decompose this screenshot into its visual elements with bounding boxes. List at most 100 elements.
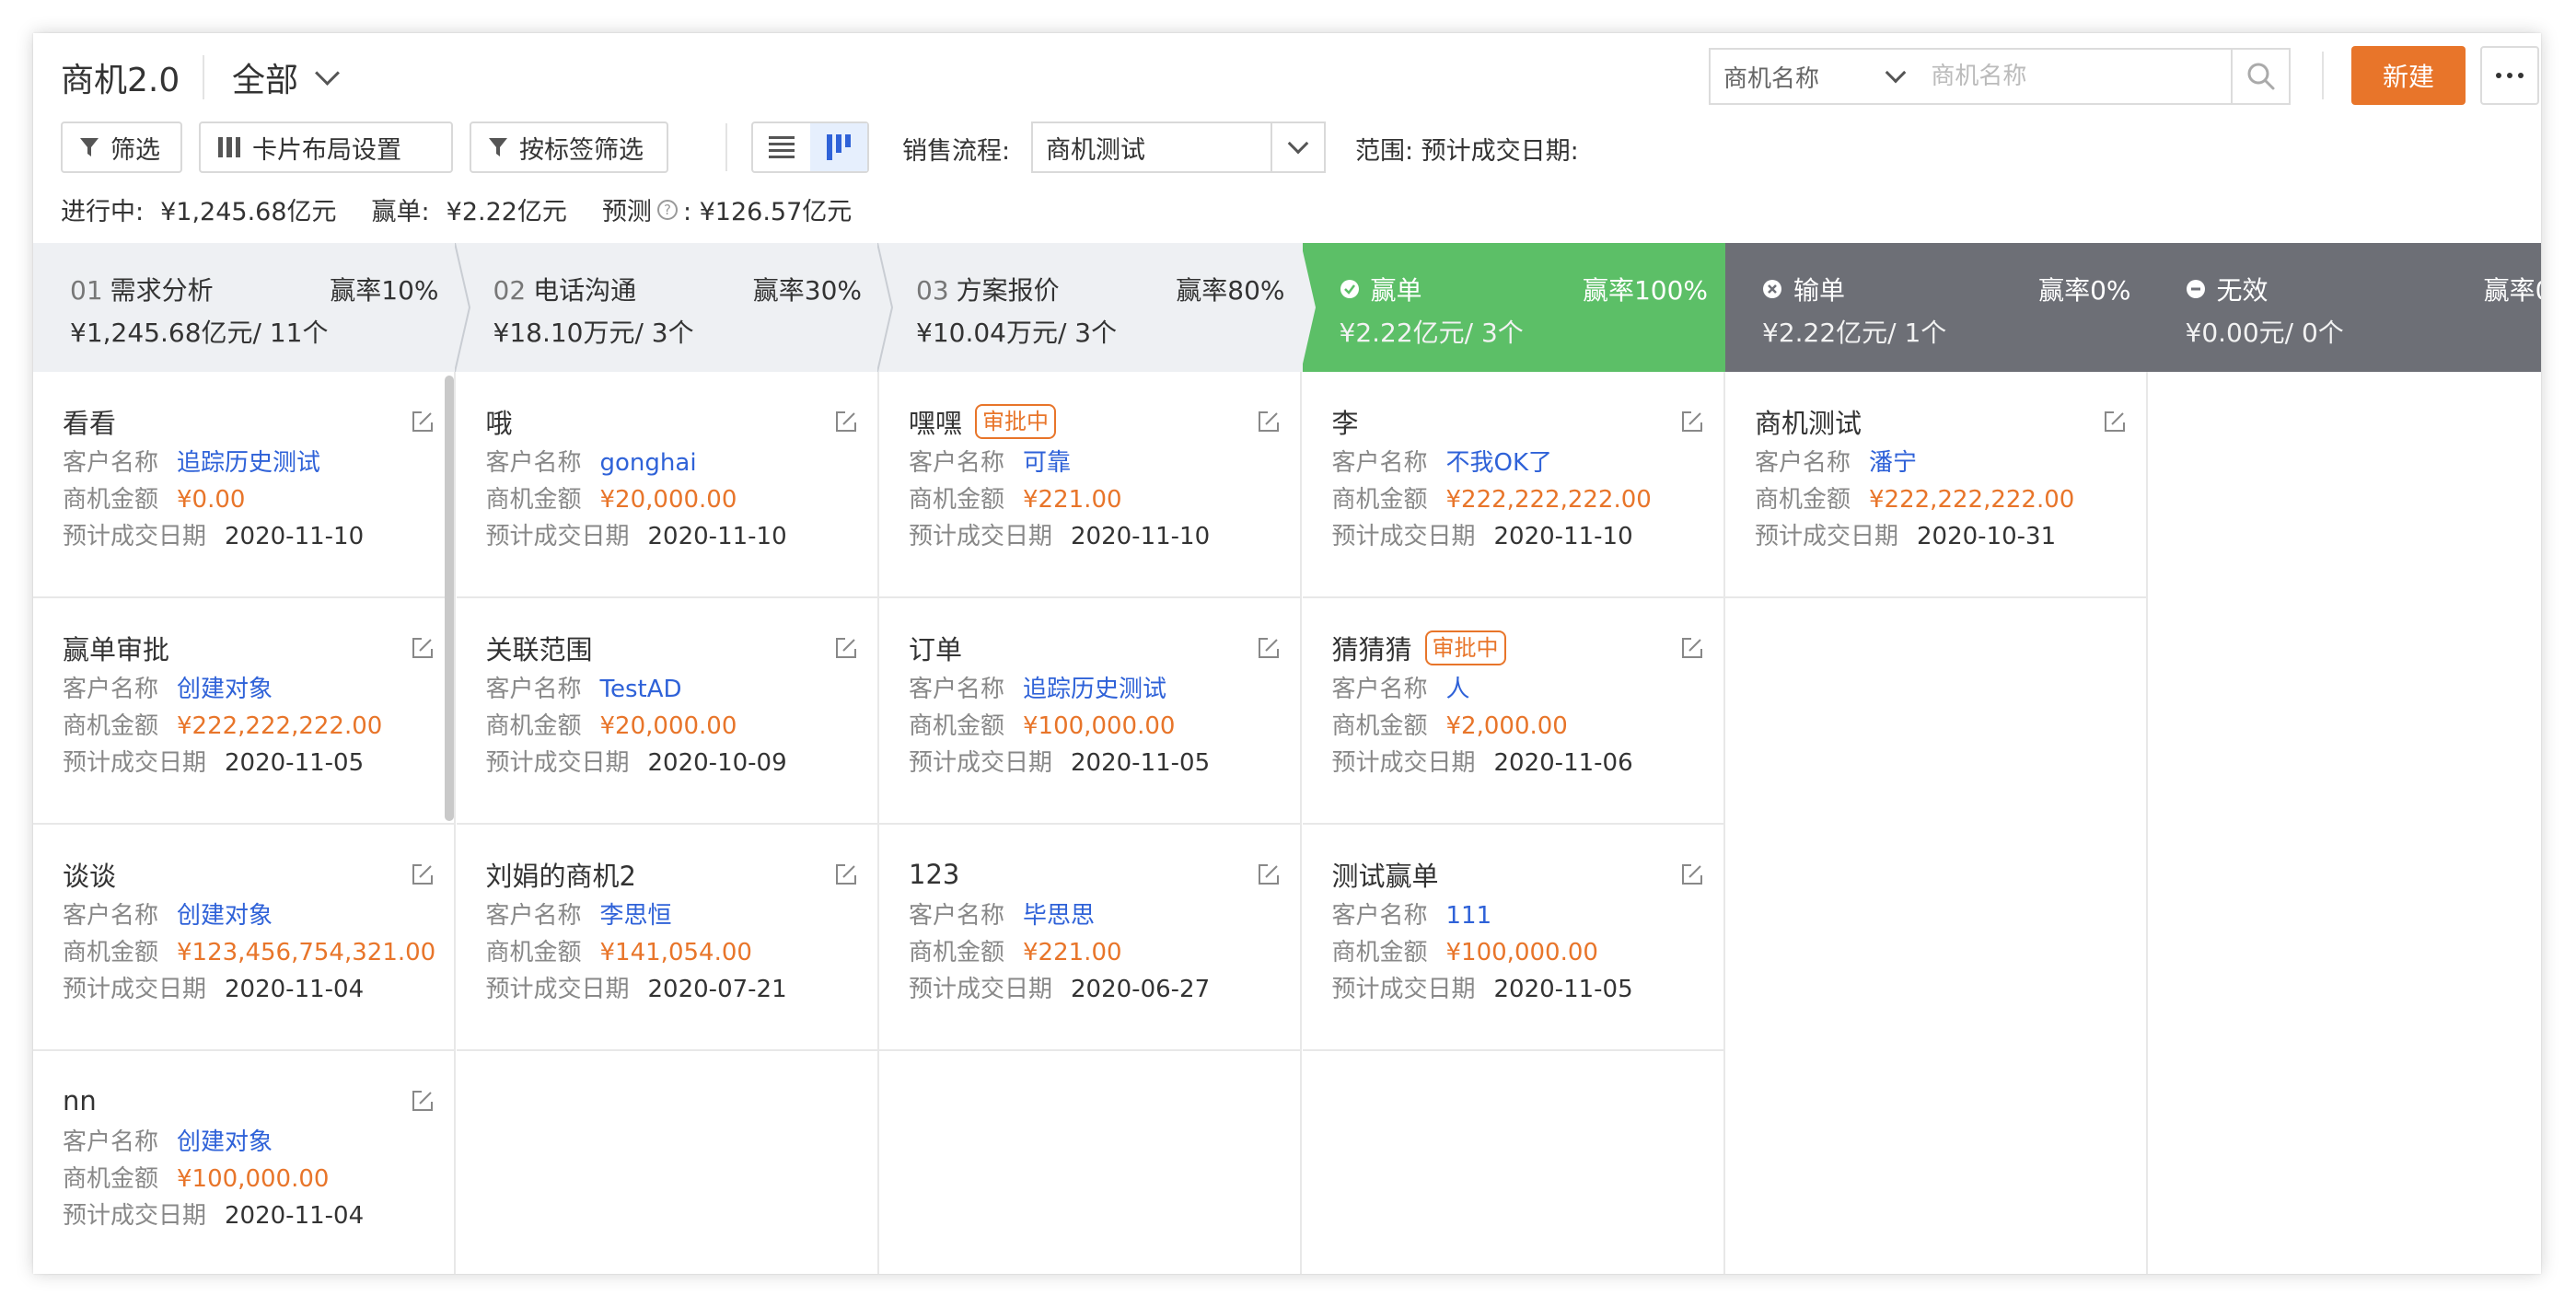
card-title: 哦 (485, 408, 513, 439)
customer-link[interactable]: gonghai (600, 449, 697, 477)
customer-link[interactable]: 追踪历史测试 (1023, 676, 1166, 703)
chevron-down-icon (1886, 62, 1907, 84)
edit-icon[interactable] (2104, 411, 2126, 436)
stage-column: 李客户名称 不我OK了 商机金额 ¥222,222,222.00 预计成交日期 2020-… (1302, 372, 1725, 1274)
date-row: 预计成交日期 2020-11-04 (63, 976, 426, 1003)
stage-header[interactable]: 01 需求分析 赢率10% ¥1,245.68亿元/ 11个 (33, 243, 458, 372)
field-label: 客户名称 (63, 902, 159, 930)
edit-icon[interactable] (1258, 863, 1280, 889)
customer-link[interactable]: 创建对象 (177, 1128, 273, 1156)
stage-header[interactable]: 输单 赢率0% ¥2.22亿元/ 1个 (1725, 243, 2150, 372)
card-layout-button[interactable]: 卡片布局设置 (199, 121, 453, 173)
funnel-icon (488, 136, 508, 158)
edit-icon[interactable] (1681, 863, 1703, 889)
customer-link[interactable]: 不我OK了 (1446, 449, 1553, 477)
amount-row: 商机金额 ¥2,000.00 (1332, 712, 1696, 740)
more-icon (2496, 73, 2501, 78)
opportunity-card[interactable]: 订单 客户名称 追踪历史测试 商机金额 ¥100,000.00 预计成交日期 2020-11… (879, 598, 1300, 825)
stage-header[interactable]: 02 电话沟通 赢率30% ¥18.10万元/ 3个 (456, 243, 880, 372)
amount-value: ¥222,222,222.00 (1869, 486, 2075, 514)
customer-row: 客户名称 追踪历史测试 (909, 676, 1272, 703)
forecast-value: : ¥126.57亿元 (682, 198, 853, 226)
amount-row: 商机金额 ¥100,000.00 (909, 712, 1272, 740)
opportunity-card[interactable]: 嘿嘿 审批中 客户名称 可靠 商机金额 ¥221.00 预计成交日期 2020-11-10 (879, 372, 1300, 598)
edit-icon[interactable] (1258, 411, 1280, 436)
opportunity-card[interactable]: 测试赢单 客户名称 111 商机金额 ¥100,000.00 预计成交日期 2020-11-… (1302, 825, 1723, 1051)
opportunity-card[interactable]: 猜猜猜 审批中 客户名称人商机金额 ¥2,000.00 预计成交日期 2020-11-06 (1302, 598, 1723, 825)
edit-icon[interactable] (835, 863, 857, 889)
customer-link[interactable]: 可靠 (1023, 449, 1071, 477)
opportunity-card[interactable]: 关联范围 客户名称 TestAD 商机金额 ¥20,000.00 预计成交日期 2020-1… (456, 598, 877, 825)
customer-link[interactable]: TestAD (600, 676, 682, 703)
search-button[interactable] (2231, 50, 2289, 103)
kanban-view-button[interactable] (810, 123, 867, 171)
scrollbar[interactable] (445, 376, 454, 821)
opportunity-card[interactable]: 看看 客户名称 追踪历史测试 商机金额 ¥0.00 预计成交日期 2020-11-10 (33, 372, 454, 598)
opportunity-card[interactable]: 哦客户名称 gonghai 商机金额 ¥20,000.00 预计成交日期 2020-11-… (456, 372, 877, 598)
sales-flow-select[interactable]: 商机测试 (1031, 121, 1326, 173)
customer-link[interactable]: 111 (1446, 902, 1492, 930)
opportunity-card[interactable]: 赢单审批 客户名称 创建对象 商机金额 ¥222,222,222.00 预计成交日期 202… (33, 598, 454, 825)
customer-link[interactable]: 毕思思 (1023, 902, 1095, 930)
customer-link[interactable]: 李思恒 (600, 902, 672, 930)
card-title: 测试赢单 (1331, 861, 1439, 892)
field-label: 预计成交日期 (485, 976, 630, 1003)
opportunity-card[interactable]: nn 客户名称 创建对象 商机金额 ¥100,000.00 预计成交日期 2020-11-0… (33, 1051, 454, 1274)
date-row: 预计成交日期 2020-07-21 (486, 976, 850, 1003)
customer-row: 客户名称 潘宁 (1755, 449, 2118, 477)
edit-icon[interactable] (1681, 411, 1703, 436)
customer-link[interactable]: 潘宁 (1869, 449, 1917, 477)
filter-button[interactable]: 筛选 (61, 121, 182, 173)
customer-link[interactable]: 创建对象 (177, 676, 273, 703)
card-title: 猜猜猜 (1331, 634, 1412, 665)
card-title: 看看 (63, 408, 117, 439)
view-selector[interactable]: 全部 (232, 53, 340, 101)
search-input[interactable] (1923, 49, 2232, 104)
search-field-select[interactable]: 商机名称 (1711, 50, 1923, 103)
stage-header[interactable]: 无效 赢率0% ¥0.00元/ 0个 (2148, 243, 2541, 372)
amount-row: 商机金额 ¥20,000.00 (486, 712, 850, 740)
date-value: 2020-11-10 (225, 523, 365, 550)
date-value: 2020-10-31 (1917, 523, 2057, 550)
amount-value: ¥100,000.00 (1445, 939, 1598, 966)
toolbar: 筛选 卡片布局设置 按标签筛选 销售流程: 商机测试 范围: 预计成交日期: (61, 121, 2086, 173)
edit-icon[interactable] (1681, 637, 1703, 663)
field-label: 客户名称 (909, 449, 1005, 477)
customer-link[interactable]: 追踪历史测试 (177, 449, 320, 477)
new-button[interactable]: 新建 (2351, 46, 2466, 105)
date-value: 2020-07-21 (647, 976, 787, 1003)
opportunity-card[interactable]: 商机测试 客户名称 潘宁 商机金额 ¥222,222,222.00 预计成交日期 2020-… (1725, 372, 2146, 598)
opportunity-card[interactable]: 李客户名称 不我OK了 商机金额 ¥222,222,222.00 预计成交日期 2020-… (1302, 372, 1723, 598)
field-label: 预计成交日期 (63, 1202, 207, 1230)
tag-filter-button[interactable]: 按标签筛选 (470, 121, 668, 173)
divider (725, 123, 727, 171)
list-icon (769, 136, 795, 158)
date-value: 2020-11-06 (1493, 749, 1633, 777)
more-button[interactable] (2480, 46, 2539, 105)
customer-link[interactable]: 人 (1446, 676, 1470, 703)
amount-row: 商机金额 ¥100,000.00 (1332, 939, 1696, 966)
list-view-button[interactable] (753, 123, 810, 171)
amount-value: ¥100,000.00 (1023, 712, 1176, 740)
edit-icon[interactable] (412, 637, 434, 663)
in-progress-label: 进行中: (61, 198, 145, 226)
stage-header[interactable]: 赢单 赢率100% ¥2.22亿元/ 3个 (1302, 243, 1726, 372)
stage-name: 方案报价 (956, 275, 1060, 306)
opportunity-card[interactable]: 123 客户名称 毕思思 商机金额 ¥221.00 预计成交日期 2020-06-27 (879, 825, 1300, 1051)
edit-icon[interactable] (1258, 637, 1280, 663)
stage-header[interactable]: 03 方案报价 赢率80% ¥10.04万元/ 3个 (879, 243, 1304, 372)
stage-name: 电话沟通 (533, 275, 637, 306)
edit-icon[interactable] (835, 411, 857, 436)
sales-flow-label: 销售流程: (902, 137, 1011, 166)
edit-icon[interactable] (412, 411, 434, 436)
amount-value: ¥20,000.00 (599, 486, 737, 514)
edit-icon[interactable] (412, 1090, 434, 1116)
opportunity-card[interactable]: 谈谈 客户名称 创建对象 商机金额 ¥123,456,754,321.00 预计成交日期 2… (33, 825, 454, 1051)
help-icon[interactable]: ? (656, 199, 678, 220)
customer-link[interactable]: 创建对象 (177, 902, 273, 930)
opportunity-card[interactable]: 刘娟的商机2 客户名称 李思恒 商机金额 ¥141,054.00 预计成交日期 2020-0… (456, 825, 877, 1051)
date-row: 预计成交日期 2020-10-31 (1755, 523, 2118, 550)
edit-icon[interactable] (835, 637, 857, 663)
edit-icon[interactable] (412, 863, 434, 889)
date-value: 2020-11-05 (1493, 976, 1633, 1003)
